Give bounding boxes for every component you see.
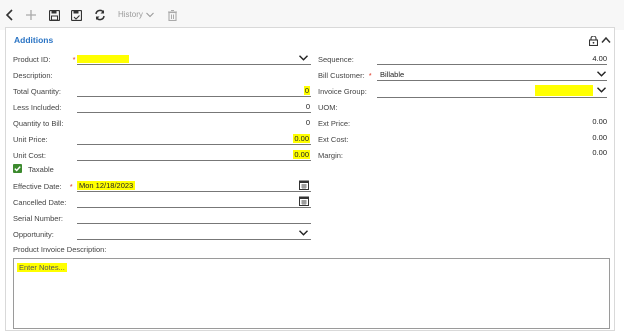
delete-icon[interactable]	[166, 8, 178, 22]
quantity-to-bill-label: Quantity to Bill:	[13, 119, 64, 128]
unit-cost-label: Unit Cost:	[13, 151, 46, 160]
description-label: Description:	[13, 71, 53, 80]
notes-placeholder: Enter Notes...	[17, 263, 67, 272]
bill-customer-label: Bill Customer: *	[318, 71, 372, 80]
total-quantity-value: 0	[303, 86, 310, 95]
chevron-down-icon	[146, 12, 154, 17]
collapse-icon[interactable]	[601, 36, 611, 46]
uom-label: UOM:	[318, 103, 338, 112]
quantity-to-bill-value: 0	[305, 118, 310, 127]
check-icon	[14, 166, 21, 172]
total-quantity-label: Total Quantity:	[13, 87, 61, 96]
history-menu[interactable]: History	[118, 10, 154, 19]
refresh-icon[interactable]	[93, 8, 107, 22]
invoice-group-value-highlight	[535, 85, 593, 96]
history-label: History	[118, 10, 143, 19]
unit-price-value: 0.00	[293, 134, 310, 143]
notes-textarea[interactable]: Enter Notes...	[13, 258, 610, 329]
product-id-value-highlight	[77, 55, 129, 63]
ext-cost-label: Ext Cost:	[318, 135, 349, 144]
chevron-down-icon[interactable]	[597, 71, 606, 77]
invoice-group-label: Invoice Group:	[318, 87, 367, 96]
sequence-label: Sequence:	[318, 55, 354, 64]
ext-price-value: 0.00	[592, 117, 607, 126]
sequence-value: 4.00	[592, 54, 607, 63]
less-included-value: 0	[305, 102, 310, 111]
save-icon[interactable]	[48, 8, 60, 22]
margin-value: 0.00	[592, 148, 607, 157]
product-invoice-description-label: Product Invoice Description:	[13, 245, 107, 254]
ext-price-label: Ext Price:	[318, 119, 351, 128]
unit-cost-value: 0.00	[293, 150, 310, 159]
section-title: Additions	[14, 35, 54, 45]
bill-customer-value: Billable	[380, 70, 405, 79]
unit-price-label: Unit Price:	[13, 135, 48, 144]
margin-label: Margin:	[318, 151, 344, 160]
effective-date-value: Mon 12/18/2023	[77, 181, 136, 190]
lock-icon[interactable]	[588, 35, 599, 48]
back-icon[interactable]	[4, 8, 14, 22]
calendar-icon[interactable]	[299, 180, 309, 190]
ext-cost-value: 0.00	[592, 133, 607, 142]
taxable-checkbox[interactable]	[13, 164, 22, 173]
less-included-label: Less Included:	[13, 103, 62, 112]
cancelled-date-label: Cancelled Date:	[13, 198, 67, 207]
chevron-down-icon[interactable]	[299, 55, 308, 61]
taxable-label: Taxable	[28, 165, 54, 174]
save-close-icon[interactable]	[70, 8, 82, 22]
effective-date-label: Effective Date: *	[13, 182, 73, 191]
chevron-down-icon[interactable]	[299, 230, 308, 236]
toolbar: History	[0, 0, 624, 30]
serial-number-label: Serial Number:	[13, 214, 64, 223]
opportunity-label: Opportunity:	[13, 230, 54, 239]
add-icon[interactable]	[25, 8, 37, 22]
chevron-down-icon[interactable]	[597, 87, 606, 93]
calendar-icon[interactable]	[299, 196, 309, 206]
product-id-label: Product ID: *	[13, 55, 76, 64]
